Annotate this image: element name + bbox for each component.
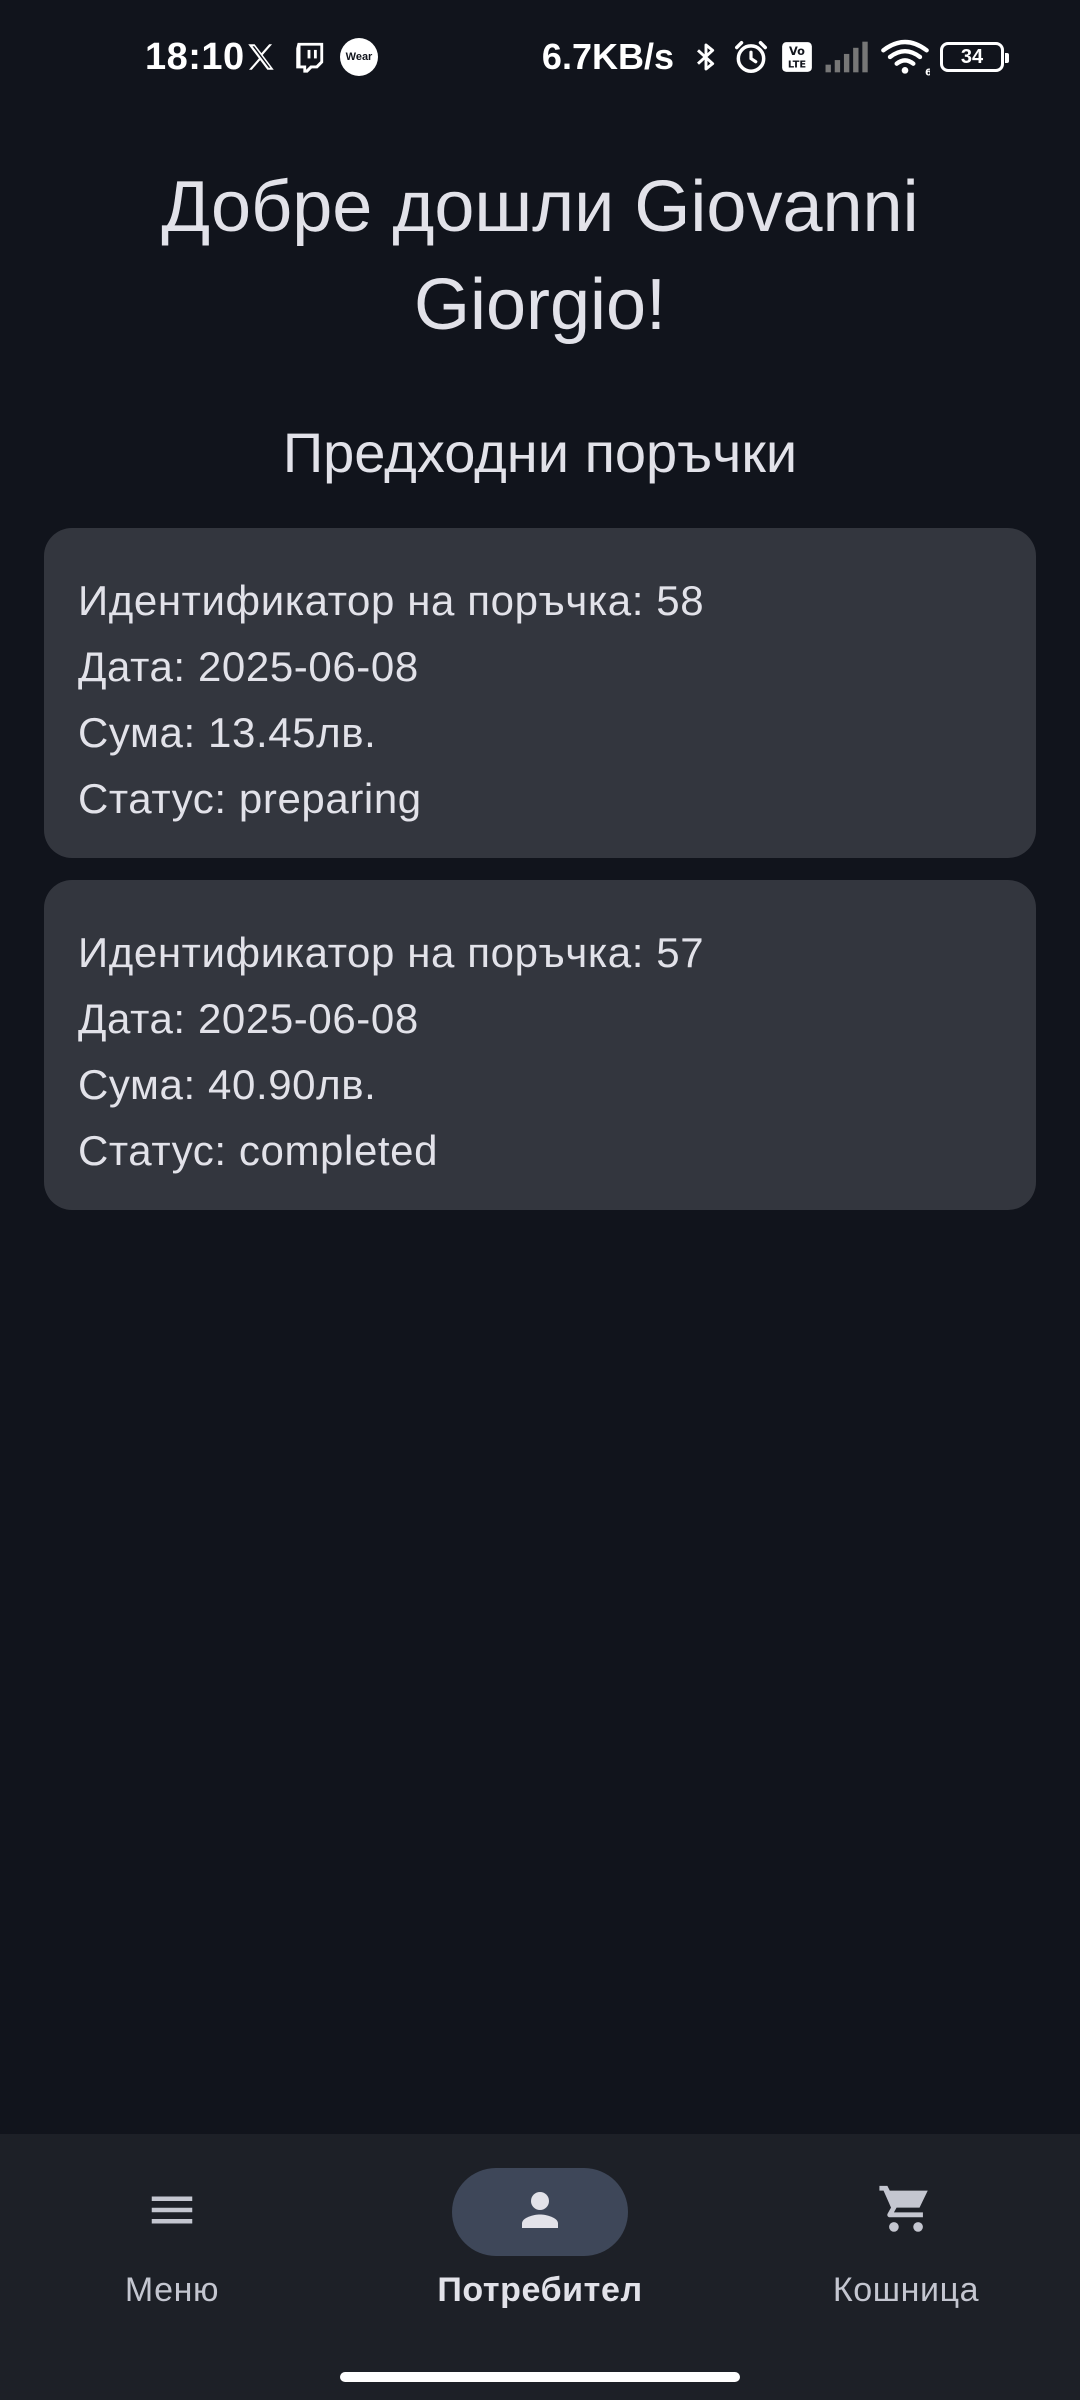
welcome-heading: Добре дошли Giovanni Giorgio! <box>161 167 919 345</box>
order-date: Дата: 2025-06-08 <box>78 643 419 690</box>
alarm-icon <box>732 38 770 76</box>
menu-icon <box>145 2183 199 2242</box>
orders-list: Идентификатор на поръчка: 58 Дата: 2025-… <box>44 528 1036 1232</box>
order-status: Статус: completed <box>78 1127 439 1174</box>
status-time: 18:10 <box>145 36 245 78</box>
x-icon <box>244 40 278 74</box>
wifi-icon: 6 <box>880 37 930 77</box>
nav-label-cart: Кошница <box>832 2271 980 2309</box>
svg-text:Vo: Vo <box>789 44 805 58</box>
order-id: Идентификатор на поръчка: 57 <box>78 929 705 976</box>
nav-label-user: Потребител <box>437 2271 643 2309</box>
nav-item-menu[interactable]: Меню <box>22 2168 322 2328</box>
nav-pill-menu <box>84 2168 260 2256</box>
person-icon <box>513 2183 567 2242</box>
svg-text:6: 6 <box>925 67 930 77</box>
battery-icon: 34 <box>940 42 1009 72</box>
order-sum: Сума: 40.90лв. <box>78 1061 377 1108</box>
wear-icon: Wear <box>340 38 378 76</box>
volte-icon: Vo LTE <box>780 40 814 74</box>
svg-text:LTE: LTE <box>788 60 806 71</box>
order-date: Дата: 2025-06-08 <box>78 995 419 1042</box>
order-card[interactable]: Идентификатор на поръчка: 57 Дата: 2025-… <box>44 880 1036 1210</box>
previous-orders-title: Предходни поръчки <box>282 421 798 484</box>
app-screen: 18:10 Wear 6.7KB/s Vo LTE 34 Добре дошли… <box>0 0 1080 2400</box>
nav-label-menu: Меню <box>124 2271 220 2309</box>
nav-item-cart[interactable]: Кошница <box>756 2168 1056 2328</box>
notification-icons: Wear <box>244 38 378 76</box>
signal-icon <box>824 40 870 74</box>
order-id: Идентификатор на поръчка: 58 <box>78 577 705 624</box>
bluetooth-icon <box>690 38 722 76</box>
system-icons: 6.7KB/s Vo LTE 6 34 <box>541 36 1009 78</box>
network-speed: 6.7KB/s <box>541 36 674 77</box>
home-indicator[interactable] <box>340 2372 740 2382</box>
nav-pill-user <box>452 2168 628 2256</box>
bottom-navigation: Меню Потребител Кошница <box>0 2134 1080 2400</box>
cart-icon <box>877 2181 935 2244</box>
order-card[interactable]: Идентификатор на поръчка: 58 Дата: 2025-… <box>44 528 1036 858</box>
twitch-icon <box>292 40 326 74</box>
battery-level: 34 <box>960 45 984 68</box>
order-sum: Сума: 13.45лв. <box>78 709 377 756</box>
status-bar: 18:10 Wear 6.7KB/s Vo LTE 34 <box>0 0 1080 120</box>
nav-item-user[interactable]: Потребител <box>390 2168 690 2328</box>
order-status: Статус: preparing <box>78 775 422 822</box>
nav-pill-cart <box>818 2168 994 2256</box>
